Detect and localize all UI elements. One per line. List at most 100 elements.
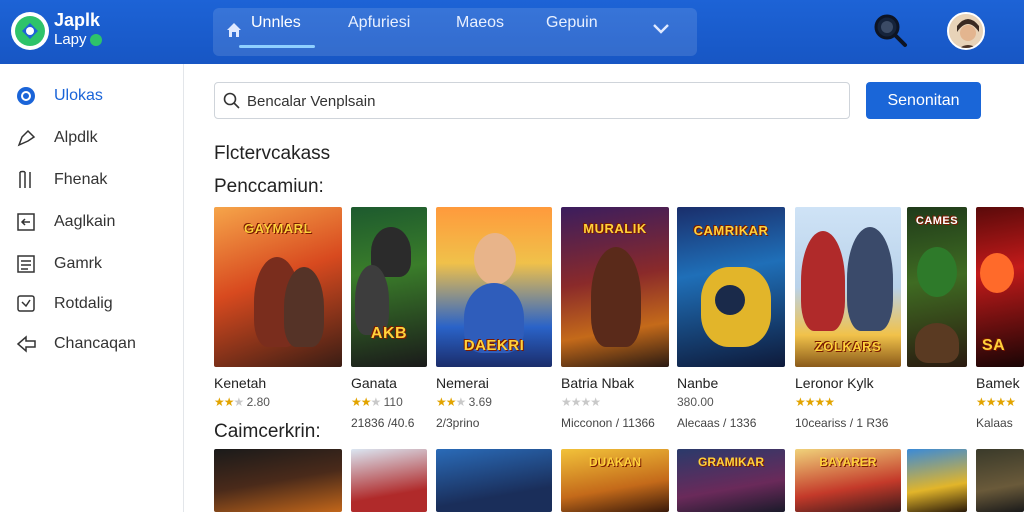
game-rating: ★★★ 110 [351,395,403,409]
game-name: Ganata [351,375,397,391]
character-art [715,285,745,315]
cover-title: DAEKRI [463,337,525,354]
app-logo-icon[interactable] [10,11,50,51]
sidebar-item-label: Ulokas [54,87,103,104]
sidebar-item-label: Alpdlk [54,129,98,146]
app-name: Japlk Lapy [54,11,102,49]
app-name-line1: Japlk [54,10,101,30]
tab-apfuriesi[interactable]: Apfuriesi [348,0,410,48]
card-icon [17,213,35,231]
sidebar-item-label: Fhenak [54,171,108,188]
sidebar-item-ulokas[interactable]: Ulokas [16,84,176,108]
sidebar-item-chancaqan[interactable]: Chancaqan [16,332,176,356]
character-art [801,231,845,331]
game-cover[interactable]: GAYMARL [214,207,342,367]
tab-maeos[interactable]: Maeos [456,0,504,48]
game-card[interactable]: GRAMIKAR [677,449,785,512]
game-name: Batria Nbak [561,375,635,391]
cover-title: DUAKAN [589,455,641,469]
cover-title: CAMRIKAR [693,223,769,238]
game-rating: ★★★★ [795,395,835,409]
character-art [915,323,959,363]
message-icon [17,295,35,312]
search-icon [223,92,240,109]
star-rating-icon: ★★★★ [795,395,835,409]
character-art [980,253,1014,293]
rating-value: 110 [383,395,403,409]
cover-title: MURALIK [583,221,647,236]
star-rating-icon: ★★★ [214,395,244,409]
section-heading: Flctervcakass [214,143,331,164]
sidebar-item-label: Aaglkain [54,213,116,230]
tab-unnles[interactable]: Unnles [239,0,315,48]
app-name-line2: Lapy [54,31,87,48]
search-button[interactable]: Senonitan [866,82,981,119]
character-art [284,267,324,347]
rating-value: 2.80 [246,395,270,409]
character-art [847,227,893,331]
game-name: Nanbe [677,375,719,391]
chevron-down-icon[interactable] [652,22,670,36]
star-rating-icon: ★★★★ [561,395,601,409]
game-card[interactable] [214,449,342,512]
home-icon[interactable] [226,22,242,38]
sidebar-item-gamrk[interactable]: Gamrk [16,252,176,276]
game-meta: Kalaas [976,416,1013,430]
book-icon [19,170,31,188]
game-meta: 21836 /40.6 [351,416,415,430]
search-field [214,82,850,119]
rating-value: 3.69 [468,395,492,409]
cover-title: SA [982,337,1006,354]
back-arrow-icon [16,335,36,353]
game-cover[interactable]: CAMES [907,207,967,367]
game-cover[interactable]: MURALIK [561,207,669,367]
rating-value: 380.00 [677,395,714,409]
sidebar-item-alpdlk[interactable]: Alpdlk [16,126,176,150]
sidebar-item-fhenak[interactable]: Fhenak [16,168,176,192]
section-heading: Penccamiun: [214,176,324,197]
top-bar: Japlk Lapy Unnles Apfuriesi Maeos Gepuin [0,0,1024,64]
character-art [591,247,641,347]
game-cover[interactable]: CAMRIKAR [677,207,785,367]
search-input[interactable] [247,89,837,113]
character-art [474,233,516,285]
game-name: Kenetah [214,375,267,391]
game-card[interactable] [436,449,552,512]
sidebar-item-label: Chancaqan [54,335,136,352]
game-meta: Alecaas / 1336 [677,416,757,430]
cover-title: CAMES [915,215,959,227]
character-art [917,247,957,297]
game-card[interactable] [976,449,1024,512]
game-cover[interactable]: ZOLKARS [795,207,901,367]
game-rating: ★★★ 2.80 [214,395,270,409]
avatar-icon [949,14,983,48]
sidebar-item-rotdalig[interactable]: Rotdalig [16,292,176,316]
game-cover[interactable]: AKB [351,207,427,367]
arrow-icon [17,129,36,147]
home-circle-icon [17,87,35,105]
logo-badge-icon [89,34,102,47]
game-name: Leronor Kylk [795,375,874,391]
sidebar-item-aaglkain[interactable]: Aaglkain [16,210,176,234]
avatar[interactable] [947,12,985,50]
list-icon [17,255,35,273]
game-card[interactable] [351,449,427,512]
search-icon[interactable] [872,12,908,48]
game-rating: ★★★★ [561,395,601,409]
game-rating: ★★★ 3.69 [436,395,492,409]
game-meta: 2/3prino [436,416,480,430]
tab-gepuin[interactable]: Gepuin [546,0,598,48]
cover-title: BAYARER [819,455,877,469]
sidebar-item-label: Gamrk [54,255,102,272]
game-rating: ★★★★ [976,395,1016,409]
star-rating-icon: ★★★ [351,395,381,409]
game-cover[interactable]: SA [976,207,1024,367]
cover-title: ZOLKARS [814,339,882,354]
game-card[interactable] [907,449,967,512]
game-card[interactable]: DUAKAN [561,449,669,512]
sidebar-item-label: Rotdalig [54,295,113,312]
game-card[interactable]: BAYARER [795,449,901,512]
cover-title: GRAMIKAR [698,455,764,469]
game-cover[interactable]: DAEKRI [436,207,552,367]
game-meta: 10ceariss / 1 R36 [795,416,889,430]
